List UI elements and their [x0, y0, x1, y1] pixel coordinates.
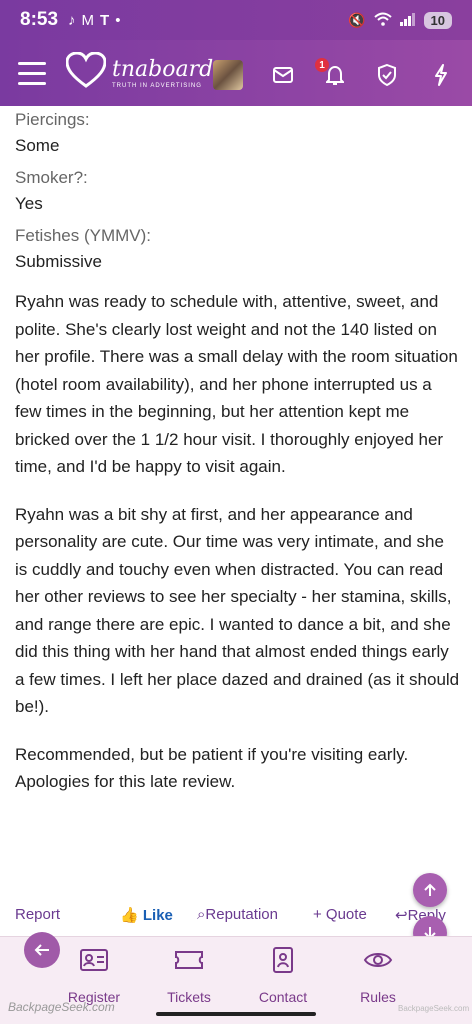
status-bar: 8:53 ♪ M T • 🔇 10 [0, 0, 472, 40]
thumbs-up-icon: 👍 [120, 907, 139, 924]
reply-icon: ↩ [395, 907, 408, 924]
field-label: Fetishes (YMMV): [15, 226, 152, 245]
notification-icons: ♪ M T • [68, 12, 120, 29]
home-indicator[interactable] [156, 1012, 316, 1016]
battery-indicator: 10 [423, 11, 452, 29]
contact-book-icon [238, 945, 328, 975]
field-value: Submissive [15, 252, 102, 271]
nav-label: Tickets [167, 989, 211, 1005]
like-label: Like [142, 907, 173, 924]
field-smoker: Smoker?: Yes [15, 168, 460, 214]
scroll-up-button[interactable] [413, 873, 447, 907]
field-label: Smoker?: [15, 168, 88, 187]
mail-icon[interactable] [268, 60, 298, 90]
quote-button[interactable]: + Quote [313, 906, 367, 923]
heart-logo-icon [65, 51, 107, 95]
back-button[interactable] [24, 932, 60, 968]
status-time: 8:53 [20, 9, 59, 30]
nav-tickets[interactable]: Tickets [144, 945, 234, 1005]
reputation-button[interactable]: ⌕Reputation [197, 906, 278, 923]
mute-icon: 🔇 [348, 11, 366, 28]
review-paragraph: Ryahn was ready to schedule with, attent… [15, 292, 458, 476]
nav-label: Contact [258, 989, 308, 1005]
brand-tagline: TRUTH IN ADVERTISING [112, 82, 202, 89]
review-paragraph: Ryahn was a bit shy at first, and her ap… [15, 504, 460, 717]
brand-name: tnaboard [112, 56, 214, 82]
bottom-navbar: Register Tickets Contact Rules [0, 936, 472, 1006]
alerts-badge: 1 [315, 58, 329, 72]
user-avatar[interactable] [213, 60, 243, 90]
field-piercings: Piercings: Some [15, 110, 460, 156]
field-value: Some [15, 136, 60, 155]
id-card-icon [49, 945, 139, 975]
ticket-icon [144, 945, 234, 975]
like-button[interactable]: 👍 Like [120, 906, 173, 924]
shield-icon[interactable] [372, 60, 402, 90]
site-logo[interactable]: tnaboard TRUTH IN ADVERTISING [65, 51, 214, 95]
watermark: BackpageSeek.com [398, 1004, 470, 1013]
review-paragraph: Recommended, but be patient if you're vi… [15, 744, 409, 792]
wifi-icon [373, 12, 392, 29]
gmail-icon: M [81, 11, 95, 29]
dot-icon: • [115, 11, 121, 29]
field-label: Piercings: [15, 110, 90, 129]
nav-register[interactable]: Register [49, 945, 139, 1005]
watermark: BackpageSeek.com [8, 1000, 115, 1014]
system-icons: 🔇 10 [348, 11, 452, 29]
field-value: Yes [15, 194, 43, 213]
nav-contact[interactable]: Contact [238, 945, 328, 1005]
tiktok-icon: ♪ [68, 11, 76, 29]
nav-label: Rules [360, 989, 396, 1005]
post-actions: Report 👍 Like ⌕Reputation + Quote ↩Reply [15, 906, 465, 930]
reputation-label: Reputation [205, 906, 278, 923]
eye-icon [333, 945, 423, 975]
nav-rules[interactable]: Rules [333, 945, 423, 1005]
post-content: Piercings: Some Smoker?: Yes Fetishes (Y… [15, 106, 460, 796]
menu-icon[interactable] [18, 62, 46, 86]
field-fetishes: Fetishes (YMMV): Submissive [15, 226, 460, 272]
t-icon: T [100, 11, 110, 29]
lightning-icon[interactable] [426, 60, 456, 90]
signal-icon [399, 12, 416, 29]
report-link[interactable]: Report [15, 906, 60, 923]
